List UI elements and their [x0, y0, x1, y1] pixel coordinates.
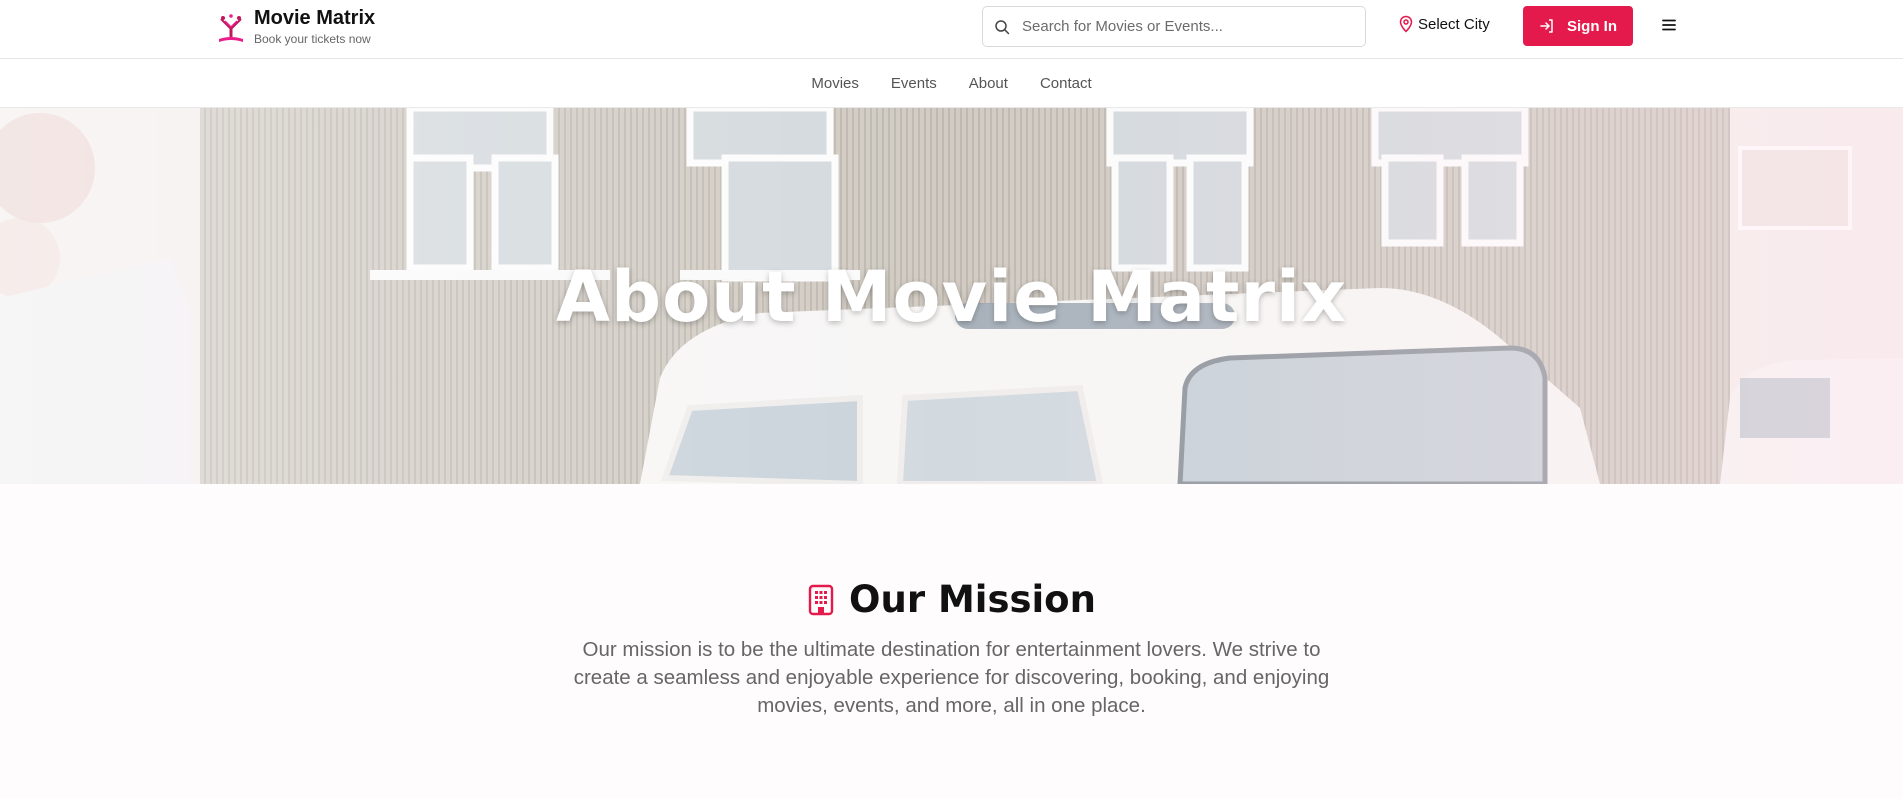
nav-item-about[interactable]: About	[969, 75, 1008, 92]
brand-subtitle: Book your tickets now	[254, 32, 371, 46]
brand-title: Movie Matrix	[254, 7, 376, 29]
mission-text: Our mission is to be the ultimate destin…	[573, 638, 1330, 717]
top-bar: Movie Matrix Book your tickets now Selec…	[0, 0, 1903, 59]
hamburger-menu-icon[interactable]	[1660, 16, 1678, 34]
nav-item-contact[interactable]: Contact	[1040, 75, 1092, 92]
hero-title: About Movie Matrix	[555, 256, 1348, 338]
mission-title: Our Mission	[849, 578, 1096, 621]
search-icon	[995, 19, 1010, 34]
popcorn-ticket-icon	[219, 14, 243, 42]
login-arrow-icon	[1540, 19, 1553, 33]
building-icon	[808, 584, 834, 615]
search-input[interactable]	[1022, 18, 1342, 35]
mission-heading: Our Mission	[0, 578, 1903, 621]
select-city-button[interactable]: Select City	[1398, 15, 1490, 33]
nav-item-movies[interactable]: Movies	[811, 75, 859, 92]
search-box[interactable]	[982, 6, 1366, 47]
nav-item-events[interactable]: Events	[891, 75, 937, 92]
hero-banner: About Movie Matrix	[0, 108, 1903, 484]
sign-in-button[interactable]: Sign In	[1523, 6, 1633, 46]
sign-in-label: Sign In	[1567, 17, 1617, 35]
brand[interactable]: Movie Matrix Book your tickets now	[216, 7, 375, 47]
select-city-label: Select City	[1418, 15, 1490, 33]
main-nav: Movies Events About Contact	[0, 59, 1903, 108]
map-pin-icon	[1399, 15, 1413, 33]
